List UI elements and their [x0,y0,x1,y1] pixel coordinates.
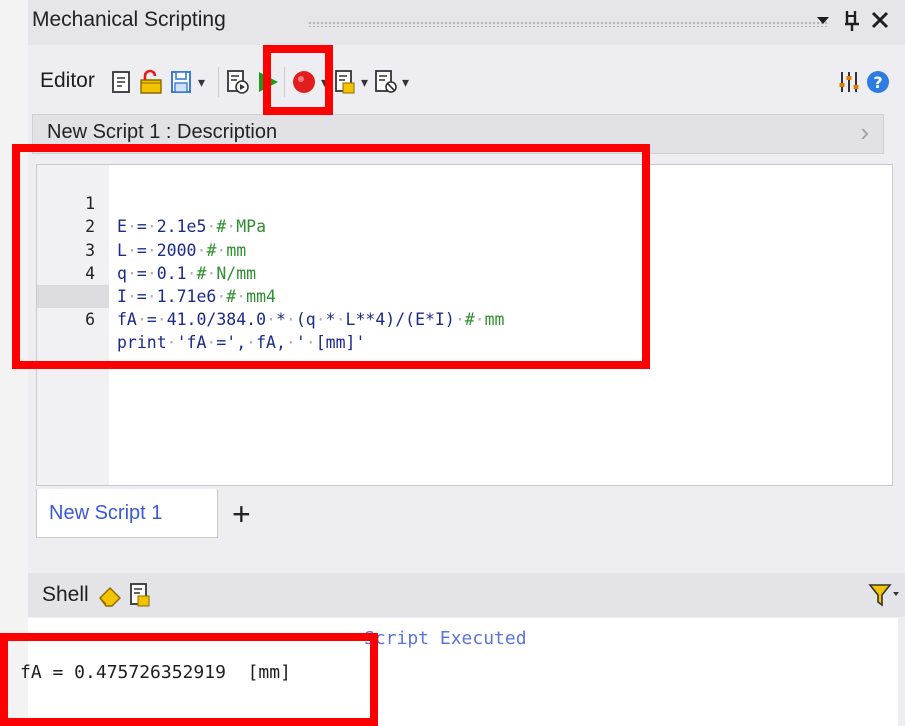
filter-icon[interactable] [868,582,899,608]
annotation-box-run-selection [263,45,333,115]
shell-status-message: Script Executed [364,628,527,649]
toolbar-separator [218,67,219,97]
drag-grip[interactable] [308,21,828,27]
clear-shell-eraser-icon[interactable] [96,582,121,608]
run-selection-icon[interactable] [225,69,249,95]
svg-text:?: ? [873,73,882,92]
tab-label: New Script 1 [49,502,163,524]
settings-sliders-icon[interactable] [838,69,862,95]
snippets-icon[interactable] [333,69,357,95]
shell-snippets-icon[interactable] [128,582,152,608]
tab-new-script-1[interactable]: New Script 1 [36,489,218,538]
annotation-box-code [12,144,650,369]
pin-icon[interactable] [842,6,862,41]
editor-toolbar: Editor ▾ ▾ ▾ ▾ ? [28,57,905,107]
script-tab-strip: New Script 1 + [36,486,891,542]
help-icon[interactable]: ? [866,69,890,95]
new-script-icon[interactable] [109,69,133,95]
panel-title-bar: Mechanical Scripting [28,0,905,45]
annotation-box-output [0,633,378,726]
add-script-tab-button[interactable]: + [232,496,251,532]
window-menu-dropdown-icon[interactable] [815,6,831,41]
open-folder-icon[interactable] [138,69,162,95]
expand-description-chevron-icon[interactable]: › [860,117,869,148]
debug-dropdown-icon[interactable]: ▾ [402,69,409,95]
panel-title: Mechanical Scripting [32,8,226,31]
save-options-dropdown-icon[interactable]: ▾ [198,69,205,95]
editor-label: Editor [40,69,95,92]
debug-icon[interactable] [373,69,397,95]
script-description-title: New Script 1 : Description [47,121,278,143]
close-icon[interactable] [870,6,890,41]
save-icon[interactable] [169,69,193,95]
shell-header: Shell [28,573,905,617]
snippets-dropdown-icon[interactable]: ▾ [361,69,368,95]
shell-label: Shell [42,583,89,606]
